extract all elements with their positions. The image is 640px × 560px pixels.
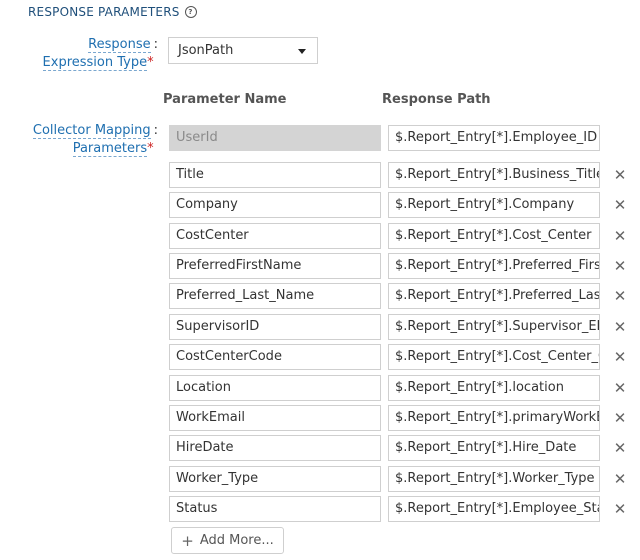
parameter-name-input[interactable]: Worker_Type [169, 466, 381, 492]
close-icon[interactable]: ✕ [612, 380, 628, 396]
section-title-text: RESPONSE PARAMETERS [28, 5, 180, 19]
mapping-row: Status $.Report_Entry[*].Employee_Statu … [0, 496, 640, 522]
response-path-input[interactable]: $.Report_Entry[*].primaryWorkEr [388, 405, 600, 431]
parameter-name-input: UserId [169, 125, 381, 151]
close-icon[interactable]: ✕ [612, 501, 628, 517]
plus-icon: + [181, 531, 194, 550]
close-icon[interactable]: ✕ [612, 440, 628, 456]
parameter-name-input[interactable]: HireDate [169, 435, 381, 461]
close-icon[interactable]: ✕ [612, 410, 628, 426]
parameter-name-input[interactable]: SupervisorID [169, 314, 381, 340]
close-icon[interactable]: ✕ [612, 319, 628, 335]
response-expression-type-label: Response: Expression Type*: [42, 36, 158, 72]
expression-type-value: JsonPath [178, 43, 234, 58]
response-path-input[interactable]: $.Report_Entry[*].Employee_ID [388, 125, 600, 151]
chevron-down-icon [298, 49, 306, 54]
response-path-input[interactable]: $.Report_Entry[*].location [388, 375, 600, 401]
mapping-row: CostCenter $.Report_Entry[*].Cost_Center… [0, 223, 640, 249]
close-icon[interactable]: ✕ [612, 197, 628, 213]
parameter-name-input[interactable]: Status [169, 496, 381, 522]
add-more-button[interactable]: + Add More... [171, 527, 284, 554]
parameter-name-input[interactable]: PreferredFirstName [169, 253, 381, 279]
parameter-name-input[interactable]: Location [169, 375, 381, 401]
parameter-name-input[interactable]: Preferred_Last_Name [169, 283, 381, 309]
response-path-input[interactable]: $.Report_Entry[*].Employee_Statu [388, 496, 600, 522]
mapping-row: Title $.Report_Entry[*].Business_Title ✕ [0, 162, 640, 188]
parameter-name-input[interactable]: CostCenterCode [169, 344, 381, 370]
expression-type-select[interactable]: JsonPath [168, 37, 318, 64]
mapping-row: HireDate $.Report_Entry[*].Hire_Date ✕ [0, 435, 640, 461]
response-path-header: Response Path [382, 92, 491, 107]
required-mark: * [147, 55, 154, 70]
response-path-input[interactable]: $.Report_Entry[*].Business_Title [388, 162, 600, 188]
mapping-row: Worker_Type $.Report_Entry[*].Worker_Typ… [0, 466, 640, 492]
parameter-name-input[interactable]: Title [169, 162, 381, 188]
response-path-input[interactable]: $.Report_Entry[*].Company [388, 192, 600, 218]
parameter-name-input[interactable]: Company [169, 192, 381, 218]
response-path-input[interactable]: $.Report_Entry[*].Supervisor_EE_ [388, 314, 600, 340]
label-colon: : [153, 37, 158, 52]
parameter-name-input[interactable]: WorkEmail [169, 405, 381, 431]
close-icon[interactable]: ✕ [612, 258, 628, 274]
mapping-row: Preferred_Last_Name $.Report_Entry[*].Pr… [0, 283, 640, 309]
close-icon[interactable]: ✕ [612, 471, 628, 487]
close-icon[interactable]: ✕ [612, 167, 628, 183]
response-path-input[interactable]: $.Report_Entry[*].Cost_Center_Cc [388, 344, 600, 370]
section-title: RESPONSE PARAMETERS ? [28, 4, 197, 20]
mapping-row: SupervisorID $.Report_Entry[*].Superviso… [0, 314, 640, 340]
mapping-row: CostCenterCode $.Report_Entry[*].Cost_Ce… [0, 344, 640, 370]
response-path-input[interactable]: $.Report_Entry[*].Cost_Center [388, 223, 600, 249]
response-path-input[interactable]: $.Report_Entry[*].Hire_Date [388, 435, 600, 461]
parameter-name-input[interactable]: CostCenter [169, 223, 381, 249]
close-icon[interactable]: ✕ [612, 288, 628, 304]
parameter-name-header: Parameter Name [163, 92, 287, 107]
mapping-row: WorkEmail $.Report_Entry[*].primaryWorkE… [0, 405, 640, 431]
mapping-row-userid: UserId $.Report_Entry[*].Employee_ID [0, 125, 640, 151]
response-path-input[interactable]: $.Report_Entry[*].Preferred_Last_ [388, 283, 600, 309]
add-more-label: Add More... [199, 533, 274, 548]
response-expression-label-line1: Response [88, 37, 151, 53]
close-icon[interactable]: ✕ [612, 349, 628, 365]
response-expression-label-line2: Expression Type [42, 55, 148, 71]
mapping-row: Company $.Report_Entry[*].Company ✕ [0, 192, 640, 218]
mapping-row: Location $.Report_Entry[*].location ✕ [0, 375, 640, 401]
response-path-input[interactable]: $.Report_Entry[*].Worker_Type [388, 466, 600, 492]
question-circle-icon[interactable]: ? [184, 6, 197, 18]
close-icon[interactable]: ✕ [612, 228, 628, 244]
response-path-input[interactable]: $.Report_Entry[*].Preferred_First_ [388, 253, 600, 279]
mapping-row: PreferredFirstName $.Report_Entry[*].Pre… [0, 253, 640, 279]
